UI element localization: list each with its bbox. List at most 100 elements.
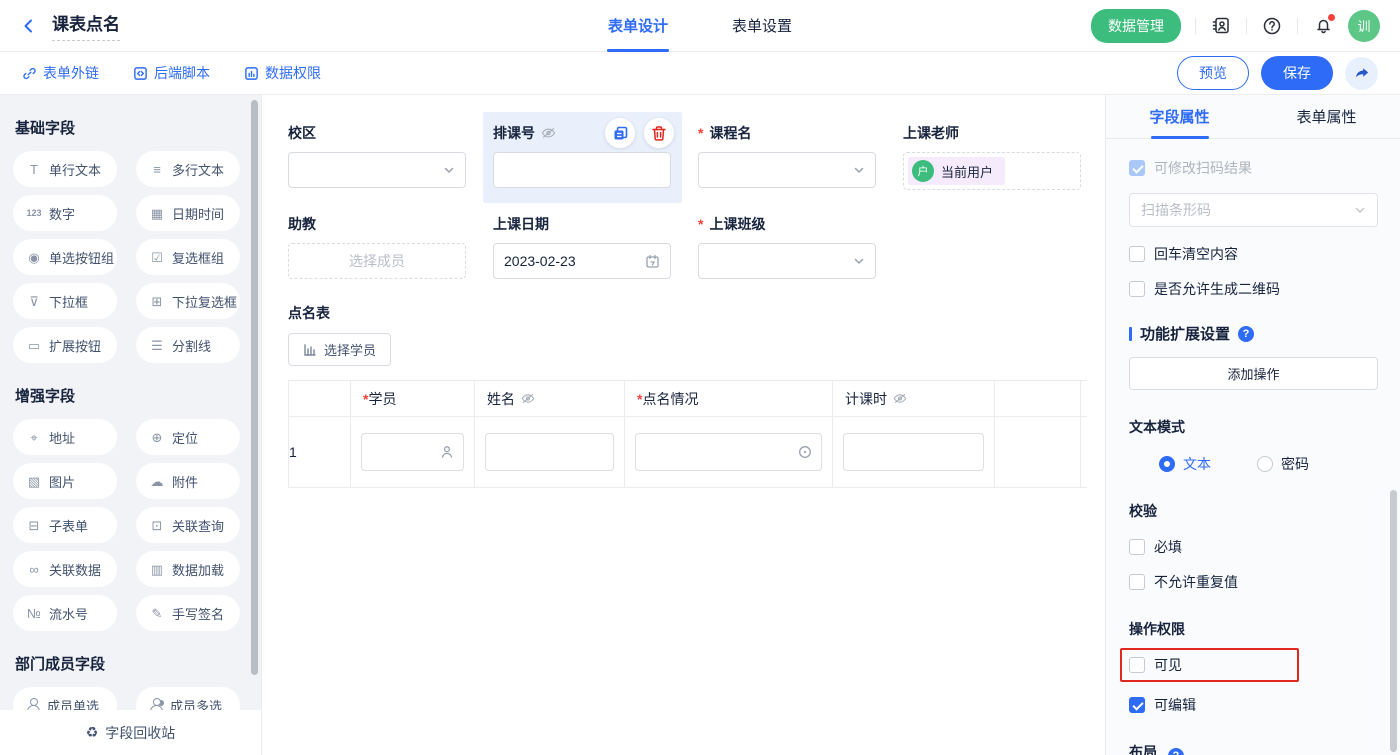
scan-result-editable-checkbox[interactable]: 可修改扫码结果 — [1129, 158, 1378, 178]
palette-item-data-load[interactable]: ▥数据加载 — [136, 551, 240, 587]
palette-item-datetime[interactable]: ▦日期时间 — [136, 195, 240, 231]
class-name-select[interactable] — [698, 243, 876, 279]
palette-item-subform[interactable]: ⊟子表单 — [13, 507, 117, 543]
palette-item-signature[interactable]: ✎手写签名 — [136, 595, 240, 631]
image-icon: ▧ — [26, 475, 42, 488]
tab-field-properties[interactable]: 字段属性 — [1106, 95, 1253, 138]
panel-scrollbar[interactable] — [1390, 490, 1397, 752]
class-date-input[interactable]: 2023-02-23 — [493, 243, 671, 279]
delete-field-button[interactable] — [644, 118, 674, 148]
scan-mode-select[interactable]: 扫描条形码 — [1129, 193, 1378, 227]
add-action-button[interactable]: 添加操作 — [1129, 357, 1378, 390]
checkbox-unchecked — [1129, 281, 1145, 297]
help-icon[interactable] — [1261, 15, 1283, 37]
teacher-member-box[interactable]: 户 当前用户 — [903, 152, 1081, 190]
palette-item-number[interactable]: 123数字 — [13, 195, 117, 231]
person-icon — [440, 445, 454, 459]
eye-off-icon — [521, 393, 535, 404]
field-class-date[interactable]: 上课日期 2023-02-23 — [493, 214, 671, 279]
palette-item-image[interactable]: ▧图片 — [13, 463, 117, 499]
checkbox-checked — [1129, 697, 1145, 713]
back-button[interactable] — [20, 17, 38, 35]
schedule-no-input[interactable] — [493, 152, 671, 188]
checkbox-unchecked — [1129, 657, 1145, 673]
palette-item-serial-number[interactable]: №流水号 — [13, 595, 117, 631]
divider — [1246, 18, 1247, 34]
palette-item-multi-text[interactable]: ≡多行文本 — [136, 151, 240, 187]
palette-item-radio-group[interactable]: ◉单选按钮组 — [13, 239, 117, 275]
palette-item-address[interactable]: ⌖地址 — [13, 419, 117, 455]
select-students-button[interactable]: 选择学员 — [288, 333, 391, 366]
save-button[interactable]: 保存 — [1261, 56, 1333, 90]
extension-settings-header: 功能扩展设置 ? — [1129, 323, 1378, 344]
subform-rollcall[interactable]: 点名表 选择学员 *学员 姓名 *点名情况 计课时 — [288, 303, 1105, 488]
palette-item-attachment[interactable]: ☁附件 — [136, 463, 240, 499]
field-course[interactable]: *课程名 — [698, 123, 876, 190]
checkbox-checked-disabled — [1129, 160, 1145, 176]
field-recycle-bin[interactable]: ♻ 字段回收站 — [0, 710, 261, 755]
help-badge-icon[interactable]: ? — [1238, 326, 1254, 342]
palette-item-dropdown[interactable]: ⊽下拉框 — [13, 283, 117, 319]
visible-checkbox[interactable]: 可见 — [1129, 655, 1297, 675]
palette-item-location[interactable]: ⊕定位 — [136, 419, 240, 455]
tab-form-settings[interactable]: 表单设置 — [732, 0, 792, 52]
checkbox-unchecked — [1129, 574, 1145, 590]
required-checkbox[interactable]: 必填 — [1129, 537, 1378, 557]
enter-clear-checkbox[interactable]: 回车清空内容 — [1129, 244, 1378, 264]
rollcall-cell-input[interactable] — [635, 433, 822, 471]
campus-select[interactable] — [288, 152, 466, 188]
radio-password-mode[interactable]: 密码 — [1257, 454, 1309, 474]
user-avatar[interactable]: 训 — [1348, 10, 1380, 42]
subform-data-row: 1 — [289, 417, 1088, 488]
name-cell-input[interactable] — [485, 433, 614, 471]
palette-item-divider[interactable]: ☰分割线 — [136, 327, 240, 363]
course-select[interactable] — [698, 152, 876, 188]
notification-dot — [1328, 14, 1335, 21]
form-toolbar: 表单外链 后端脚本 数据权限 预览 保存 — [0, 52, 1400, 95]
editable-checkbox[interactable]: 可编辑 — [1129, 695, 1378, 715]
notification-bell-icon[interactable] — [1312, 15, 1334, 37]
external-link-button[interactable]: 表单外链 — [22, 63, 99, 83]
header: 课表点名 表单设计 表单设置 数据管理 训 — [0, 0, 1400, 52]
allow-qrcode-checkbox[interactable]: 是否允许生成二维码 — [1129, 279, 1378, 299]
no-duplicate-checkbox[interactable]: 不允许重复值 — [1129, 572, 1378, 592]
duplicate-field-button[interactable] — [605, 118, 635, 148]
tab-form-design[interactable]: 表单设计 — [608, 0, 668, 52]
help-badge-icon[interactable]: ? — [1168, 748, 1184, 755]
field-schedule-no-selected[interactable]: 排课号 — [493, 123, 671, 190]
checkbox-unchecked — [1129, 246, 1145, 262]
share-button[interactable] — [1345, 57, 1378, 90]
bar-chart-icon — [303, 343, 317, 357]
clipped-column-header — [1081, 381, 1088, 417]
data-manage-button[interactable]: 数据管理 — [1091, 9, 1181, 43]
assistant-member-picker[interactable]: 选择成员 — [288, 243, 466, 279]
palette-item-multi-dropdown[interactable]: ⊞下拉复选框 — [136, 283, 240, 319]
radio-text-mode[interactable]: 文本 — [1159, 454, 1211, 474]
hours-cell-input[interactable] — [843, 433, 984, 471]
palette-item-linked-data[interactable]: ∞关联数据 — [13, 551, 117, 587]
page-title: 课表点名 — [52, 15, 120, 41]
sidebar-scrollbar[interactable] — [251, 100, 258, 675]
current-user-tag[interactable]: 户 当前用户 — [908, 157, 1005, 185]
backend-script-button[interactable]: 后端脚本 — [133, 63, 210, 83]
field-assistant[interactable]: 助教 选择成员 — [288, 214, 466, 279]
eye-off-icon — [541, 127, 556, 139]
data-permission-button[interactable]: 数据权限 — [244, 63, 321, 83]
field-palette-sidebar: 基础字段 T单行文本 ≡多行文本 123数字 ▦日期时间 ◉单选按钮组 ☑复选框… — [0, 95, 262, 755]
map-pin-icon: ⌖ — [26, 431, 42, 444]
field-class-name[interactable]: *上课班级 — [698, 214, 876, 279]
field-campus[interactable]: 校区 — [288, 123, 466, 190]
divider — [1297, 18, 1298, 34]
field-teacher[interactable]: 上课老师 户 当前用户 — [903, 123, 1081, 190]
address-book-icon[interactable] — [1210, 15, 1232, 37]
preview-button[interactable]: 预览 — [1177, 56, 1249, 90]
student-cell-input[interactable] — [361, 433, 464, 471]
empty-column-header — [995, 381, 1081, 417]
palette-item-single-text[interactable]: T单行文本 — [13, 151, 117, 187]
section-title-members: 部门成员字段 — [15, 653, 261, 674]
tab-form-properties[interactable]: 表单属性 — [1253, 95, 1400, 138]
toolbar-actions: 预览 保存 — [1177, 56, 1378, 90]
palette-item-linked-query[interactable]: ⊡关联查询 — [136, 507, 240, 543]
palette-item-extend-button[interactable]: ▭扩展按钮 — [13, 327, 117, 363]
palette-item-checkbox-group[interactable]: ☑复选框组 — [136, 239, 240, 275]
